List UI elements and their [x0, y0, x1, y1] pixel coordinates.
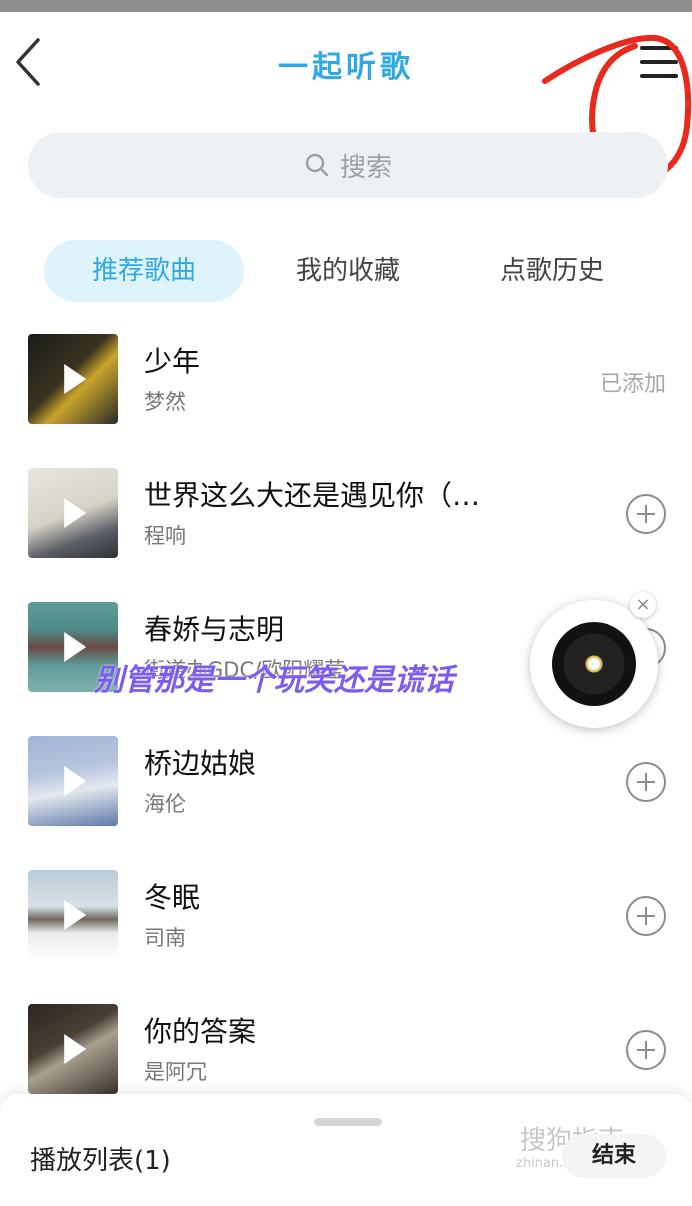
play-icon — [64, 364, 87, 394]
end-button[interactable]: 结束 — [562, 1134, 666, 1178]
add-song-button[interactable] — [626, 896, 666, 936]
tab-favorites[interactable]: 我的收藏 — [250, 240, 446, 302]
add-song-button[interactable] — [626, 494, 666, 534]
song-item[interactable]: 你的答案 是阿冗 — [0, 1004, 692, 1104]
tab-history[interactable]: 点歌历史 — [454, 240, 650, 302]
song-item[interactable]: 冬眠 司南 — [0, 870, 692, 970]
song-title: 春娇与志明 — [144, 613, 285, 646]
song-item[interactable]: 世界这么大还是遇见你（… 程响 — [0, 468, 692, 568]
add-song-button[interactable] — [626, 1030, 666, 1070]
page-title: 一起听歌 — [278, 50, 414, 85]
song-artist: 海伦 — [144, 792, 186, 816]
play-icon — [64, 632, 87, 662]
play-icon — [64, 900, 87, 930]
playlist-label[interactable]: 播放列表(1) — [30, 1140, 171, 1177]
song-artist: 程响 — [144, 524, 186, 548]
search-placeholder: 搜索 — [339, 152, 392, 183]
album-cover[interactable] — [28, 870, 118, 960]
search-icon — [305, 153, 329, 177]
song-item[interactable]: 少年 梦然 已添加 — [0, 334, 692, 434]
lyric-caption: 别管那是一个玩笑还是谎话 — [94, 663, 454, 698]
song-title: 少年 — [144, 345, 201, 378]
close-icon[interactable]: × — [630, 592, 656, 618]
song-title: 你的答案 — [144, 1015, 257, 1048]
album-cover[interactable] — [28, 1004, 118, 1094]
vinyl-disc-icon — [552, 622, 636, 706]
song-artist: 是阿冗 — [144, 1060, 207, 1084]
tab-bar: 推荐歌曲 我的收藏 点歌历史 — [0, 240, 692, 302]
song-title: 冬眠 — [144, 881, 201, 914]
disc-center-icon — [588, 658, 600, 670]
song-title: 桥边姑娘 — [144, 747, 257, 780]
status-bar — [0, 0, 692, 12]
song-title: 世界这么大还是遇见你（… — [144, 479, 481, 512]
added-status: 已添加 — [599, 372, 666, 397]
song-item[interactable]: 桥边姑娘 海伦 — [0, 736, 692, 836]
menu-button[interactable] — [636, 40, 682, 84]
song-artist: 司南 — [144, 926, 186, 950]
song-artist: 梦然 — [144, 390, 186, 414]
floating-player[interactable] — [530, 600, 658, 728]
album-cover[interactable] — [28, 736, 118, 826]
album-cover[interactable] — [28, 468, 118, 558]
album-cover[interactable] — [28, 334, 118, 424]
play-icon — [64, 1034, 87, 1064]
tab-recommended[interactable]: 推荐歌曲 — [44, 240, 244, 302]
drag-handle[interactable] — [314, 1118, 382, 1126]
menu-icon — [640, 46, 678, 78]
search-input[interactable]: 搜索 — [28, 132, 668, 198]
header: 一起听歌 — [0, 12, 692, 182]
play-icon — [64, 498, 87, 528]
add-song-button[interactable] — [626, 762, 666, 802]
playlist-bar: 播放列表(1) 搜狗指南 zhinan.sogou.com 结束 — [0, 1094, 692, 1206]
play-icon — [64, 766, 87, 796]
